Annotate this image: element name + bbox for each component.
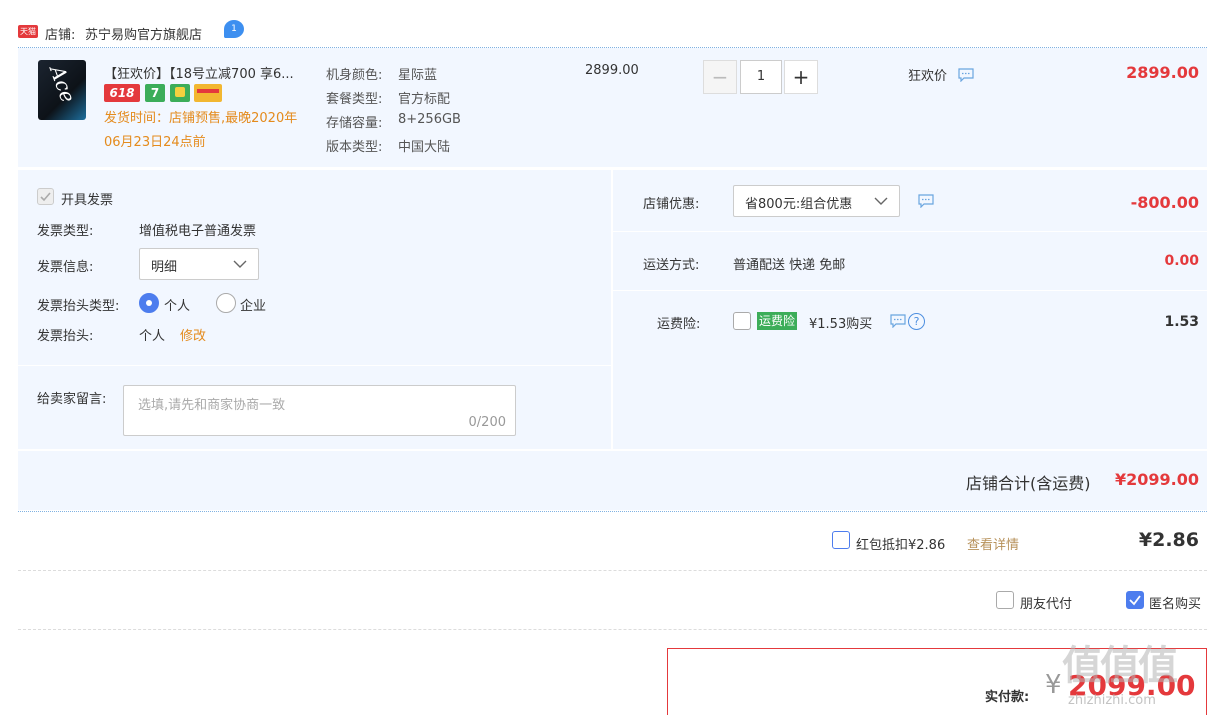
qty-increase-button[interactable]: + (784, 60, 818, 94)
comment-icon[interactable] (890, 314, 906, 328)
radio-personal[interactable] (139, 293, 159, 313)
product-subtotal: 2899.00 (1126, 63, 1199, 82)
tag-618: 618 (104, 84, 140, 102)
invoice-checkbox[interactable] (37, 188, 54, 205)
product-title[interactable]: 【狂欢价】【18号立减700 享6... (104, 63, 294, 82)
anonymous-checkbox[interactable] (1126, 591, 1144, 609)
qty-decrease-button[interactable]: − (703, 60, 737, 94)
comment-icon[interactable] (958, 68, 974, 82)
redpacket-checkbox[interactable] (832, 531, 850, 549)
redpacket-amount: ¥2.86 (1138, 529, 1199, 551)
help-icon-glyph: ? (913, 315, 920, 328)
divider (18, 449, 1207, 451)
invoice-head-value: 个人 (139, 329, 166, 344)
chevron-down-icon (233, 260, 247, 268)
insurance-badge: 运费险 (757, 312, 798, 330)
spec-value: 官方标配 (398, 92, 451, 107)
invoice-head-type-label: 发票抬头类型: (37, 299, 120, 314)
ship-time-line1: 发货时间：店铺预售,最晚2020年 (104, 111, 298, 126)
shipping-label: 运送方式: (643, 258, 700, 273)
tmall-badge: 天猫 (18, 25, 38, 38)
insurance-amount: 1.53 (1164, 314, 1199, 330)
shipping-value: 普通配送 快递 免邮 (733, 258, 846, 273)
invoice-type-value: 增值税电子普通发票 (139, 224, 257, 239)
divider (18, 629, 1207, 630)
discount-label: 店铺优惠: (643, 197, 700, 212)
radio-company[interactable] (216, 293, 236, 313)
message-input[interactable]: 选填,请先和商家协商一致 0/200 (123, 385, 516, 436)
invoice-edit-link[interactable]: 修改 (180, 325, 206, 344)
chat-bubble-icon[interactable]: 1 (224, 20, 244, 38)
discount-value: 省800元:组合优惠 (745, 197, 853, 212)
spec-value: 中国大陆 (398, 140, 451, 155)
redpacket-detail-link[interactable]: 查看详情 (967, 534, 1019, 553)
chat-count: 1 (231, 24, 237, 34)
tag-card-icon (194, 84, 222, 102)
anonymous-label: 匿名购买 (1149, 597, 1202, 612)
pay-currency: ¥ (1045, 670, 1062, 700)
message-label: 给卖家留言: (37, 392, 107, 407)
discount-select[interactable]: 省800元:组合优惠 (733, 185, 900, 217)
comment-icon[interactable] (918, 194, 934, 208)
insurance-price: ¥1.53购买 (809, 317, 873, 332)
message-placeholder: 选填,请先和商家协商一致 (138, 398, 286, 413)
chevron-down-icon (874, 197, 888, 205)
store-total-label: 店铺合计(含运费) (966, 474, 1091, 493)
qty-input[interactable]: 1 (740, 60, 782, 94)
watermark-url: zhizhizhi.com (1068, 693, 1156, 708)
discount-amount: -800.00 (1130, 193, 1199, 212)
store-name[interactable]: 苏宁易购官方旗舰店 (85, 24, 202, 43)
store-label: 店铺: (45, 28, 76, 43)
divider (18, 365, 611, 366)
divider (18, 570, 1207, 571)
invoice-type-label: 发票类型: (37, 224, 94, 239)
spec-key: 版本类型: (326, 140, 383, 155)
store-total-amount: ¥2099.00 (1114, 470, 1199, 489)
radio-personal-label: 个人 (164, 299, 191, 314)
invoice-open-label: 开具发票 (61, 193, 114, 208)
spec-key: 机身颜色: (326, 68, 383, 83)
spec-value: 星际蓝 (398, 68, 438, 83)
ship-time-line2: 06月23日24点前 (104, 135, 206, 150)
pay-label: 实付款: (985, 690, 1030, 705)
spec-key: 存储容量: (326, 116, 383, 131)
invoice-info-value: 明细 (151, 260, 178, 275)
friend-pay-checkbox[interactable] (996, 591, 1014, 609)
promo-label: 狂欢价 (908, 69, 948, 84)
product-image-text: Ace (45, 62, 81, 106)
divider (18, 511, 1207, 512)
shipping-amount: 0.00 (1164, 253, 1199, 269)
product-image[interactable]: Ace (38, 60, 86, 120)
redpacket-label: 红包抵扣¥2.86 (856, 538, 946, 553)
tag-7days: 7 (145, 84, 165, 102)
invoice-info-label: 发票信息: (37, 260, 94, 275)
spec-key: 套餐类型: (326, 92, 383, 107)
divider (613, 290, 1207, 291)
message-counter: 0/200 (468, 415, 506, 430)
unit-price: 2899.00 (585, 63, 639, 78)
friend-pay-label: 朋友代付 (1020, 597, 1073, 612)
spec-value: 8+256GB (398, 112, 461, 127)
watermark-logo: 值值值 (1062, 643, 1178, 689)
insurance-label: 运费险: (657, 317, 701, 332)
invoice-head-label: 发票抬头: (37, 329, 94, 344)
insurance-checkbox[interactable] (733, 312, 751, 330)
divider (613, 231, 1207, 232)
invoice-info-select[interactable]: 明细 (139, 248, 259, 280)
tag-service-icon (170, 84, 190, 102)
divider (611, 170, 613, 449)
help-icon[interactable]: ? (908, 313, 925, 330)
radio-company-label: 企业 (240, 299, 267, 314)
